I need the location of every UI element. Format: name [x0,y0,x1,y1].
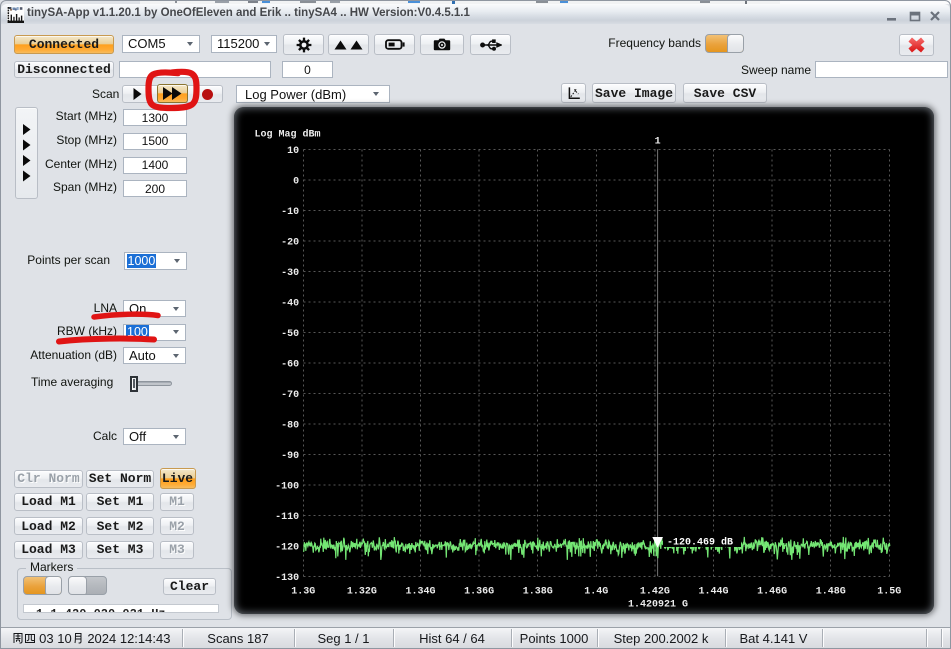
svg-text:-110: -110 [275,512,299,523]
svg-text:-40: -40 [281,298,299,309]
svg-text:10: 10 [287,146,299,157]
svg-text:Log Mag dBm: Log Mag dBm [255,129,321,141]
svg-text:1.44G: 1.44G [698,587,728,598]
svg-text:-80: -80 [281,420,299,431]
svg-text:0: 0 [293,176,299,187]
svg-text:1.36G: 1.36G [464,587,494,598]
svg-text:1.48G: 1.48G [816,587,846,598]
svg-text:1.42G: 1.42G [640,587,670,598]
svg-text:-50: -50 [281,329,299,340]
svg-text:-100: -100 [275,481,299,492]
svg-text:1: 1 [655,137,661,148]
svg-text:-30: -30 [281,268,299,279]
svg-text:-60: -60 [281,359,299,370]
svg-text:1.46G: 1.46G [757,587,787,598]
svg-text:1.34G: 1.34G [405,587,435,598]
svg-text:1.38G: 1.38G [523,587,553,598]
svg-text:-120.469 dB: -120.469 dB [667,537,733,549]
svg-text:-10: -10 [281,207,299,218]
svg-text:1.32G: 1.32G [347,587,377,598]
svg-text:-90: -90 [281,451,299,462]
svg-text:-130: -130 [275,573,299,584]
svg-text:-120: -120 [275,542,299,553]
svg-text:-70: -70 [281,390,299,401]
svg-text:1.420921 G: 1.420921 G [628,600,688,611]
svg-text:1.5G: 1.5G [877,587,901,598]
svg-text:-20: -20 [281,237,299,248]
svg-text:1.3G: 1.3G [291,587,315,598]
svg-text:1.4G: 1.4G [584,587,608,598]
